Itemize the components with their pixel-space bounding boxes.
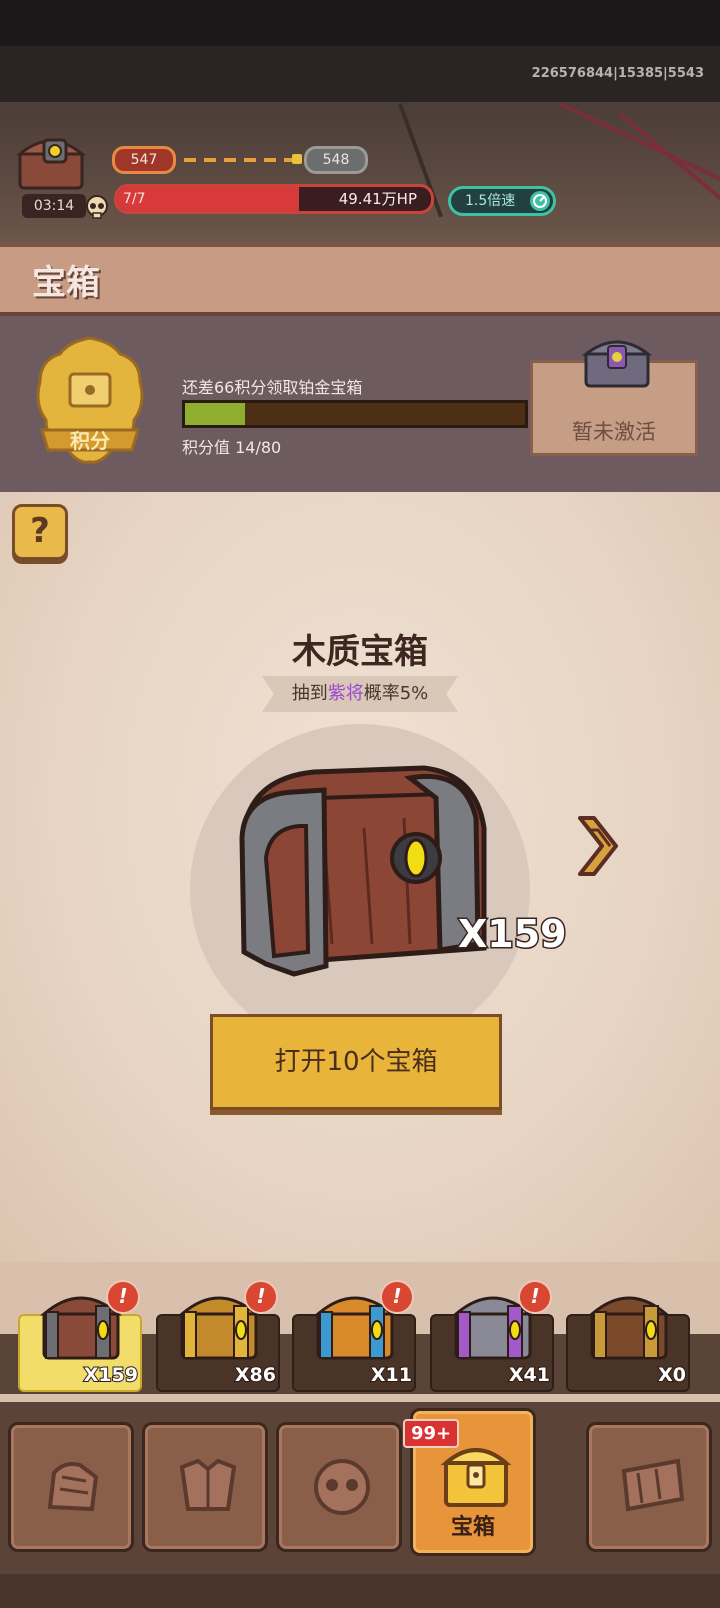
points-value: 14/80 — [235, 438, 282, 457]
speedometer-icon — [530, 191, 550, 211]
alert-badge: ! — [380, 1280, 414, 1314]
system-status-bar — [0, 0, 720, 46]
hp-value: 49.41万HP — [338, 190, 417, 208]
points-value-label: 积分值 — [182, 438, 231, 457]
points-medal-icon[interactable]: 积分 — [34, 334, 146, 474]
map-scroll-icon — [621, 1458, 685, 1512]
chest-slot-count: X11 — [370, 1363, 413, 1387]
help-button[interactable]: ? — [12, 504, 68, 560]
chest-slot[interactable]: ! X86 — [156, 1280, 280, 1392]
probability-ribbon: 抽到紫将概率5% — [262, 676, 458, 712]
notification-badge: 99+ — [403, 1419, 460, 1448]
alert-badge: ! — [244, 1280, 278, 1314]
battle-mask-icon — [314, 1459, 370, 1515]
nav-tab-equipment[interactable] — [142, 1422, 268, 1552]
level-progress-dots — [184, 158, 294, 162]
chest-slot[interactable]: X0 — [566, 1292, 690, 1392]
nav-tab-chests[interactable]: 99+ 宝箱 — [403, 1408, 536, 1556]
tent-pole — [559, 102, 720, 182]
nav-tab-map[interactable] — [586, 1422, 712, 1552]
speed-toggle-button[interactable]: 1.5倍速 — [448, 186, 556, 216]
armor-icon — [179, 1458, 237, 1511]
bottom-navigation: 99+ 宝箱 — [0, 1402, 720, 1608]
level-progress-end — [292, 154, 302, 164]
inactive-status: 暂未激活 — [572, 420, 656, 444]
alert-badge: ! — [106, 1280, 140, 1314]
chest-name: 木质宝箱 — [292, 632, 428, 672]
hero-fist-icon — [47, 1462, 99, 1512]
chest-slot[interactable]: ! X41 — [430, 1280, 554, 1392]
points-message: 还差66积分领取铂金宝箱 — [182, 378, 363, 397]
battle-timer: 03:14 — [22, 194, 86, 218]
points-value-row: 积分值 14/80 — [182, 434, 281, 458]
wave-counter: 7/7 — [123, 191, 146, 207]
chest-slot-count: X86 — [234, 1363, 277, 1387]
speed-label: 1.5倍速 — [465, 193, 516, 209]
battle-header: 03:14 547 548 7/7 49.41万HP 1.5倍速 — [0, 102, 720, 244]
game-screen: 226576844|15385|5543 03:14 547 548 7/7 4… — [0, 0, 720, 1608]
nav-tab-heroes[interactable] — [8, 1422, 134, 1552]
points-badge-label: 积分 — [70, 429, 110, 453]
next-chest-arrow-icon[interactable] — [574, 810, 626, 882]
probability-suffix: 概率5% — [363, 683, 429, 704]
next-level-badge: 548 — [304, 146, 368, 174]
title-bar: 宝箱 — [0, 244, 720, 316]
skull-icon — [86, 195, 108, 219]
chest-detail-panel: ? 木质宝箱 抽到紫将概率5% X159 打开10个宝箱 — [0, 492, 720, 1262]
nav-tab-chests-label: 宝箱 — [450, 1515, 495, 1540]
points-panel: 积分 还差66积分领取铂金宝箱 积分值 14/80 暂未激活 — [0, 316, 720, 492]
chest-slot-count: X41 — [508, 1363, 551, 1387]
chest-thumbnail-icon — [587, 1296, 671, 1360]
points-progress-bar — [182, 400, 528, 428]
probability-rarity: 紫将 — [327, 683, 364, 704]
chest-slot-count: X159 — [83, 1363, 139, 1387]
alert-badge: ! — [518, 1280, 552, 1314]
chest-slot[interactable]: ! X159 — [18, 1280, 142, 1392]
tent-pole — [618, 112, 720, 206]
home-indicator-area — [0, 1574, 720, 1608]
chest-slot-count: X0 — [657, 1363, 687, 1387]
page-title: 宝箱 — [32, 263, 100, 303]
build-id-text: 226576844|15385|5543 — [531, 66, 704, 81]
chest-selector-row: ! X159! X86! X11! X41 X0 — [0, 1262, 720, 1402]
current-level-badge: 547 — [112, 146, 176, 174]
platinum-chest-icon — [582, 340, 652, 388]
open-chests-button[interactable]: 打开10个宝箱 — [210, 1014, 502, 1110]
probability-prefix: 抽到 — [291, 683, 328, 704]
nav-tab-battle[interactable] — [276, 1422, 402, 1552]
build-info-strip: 226576844|15385|5543 — [0, 46, 720, 102]
chest-slot[interactable]: ! X11 — [292, 1280, 416, 1392]
points-progress-fill — [185, 403, 245, 425]
chest-count: X159 — [457, 911, 569, 958]
boss-hp-bar: 7/7 49.41万HP — [114, 184, 434, 214]
treasure-chest-icon[interactable] — [14, 132, 88, 190]
